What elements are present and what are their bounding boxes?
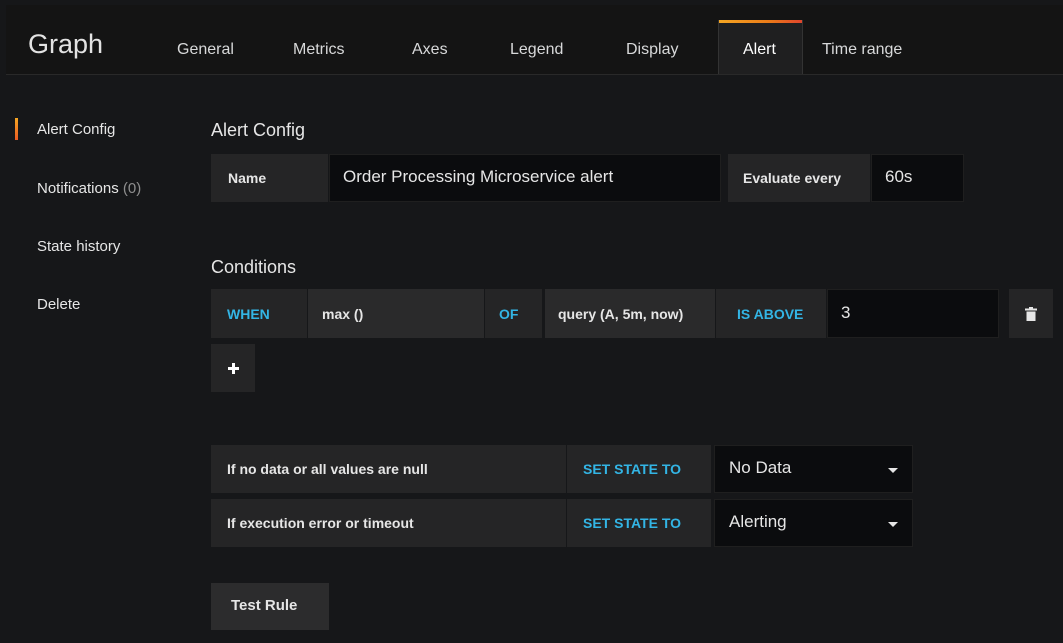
- evaluator-value: IS ABOVE: [737, 306, 804, 322]
- sidebar-item-notifications-label: Notifications: [37, 180, 119, 197]
- sidebar-item-state-history[interactable]: State history: [37, 238, 120, 256]
- chevron-down-icon: [888, 468, 898, 473]
- tab-axes[interactable]: Axes: [412, 40, 448, 60]
- name-label: Name: [228, 170, 267, 186]
- threshold-value: 3: [841, 303, 851, 322]
- add-condition-button[interactable]: [211, 344, 255, 392]
- name-input[interactable]: Order Processing Microservice alert: [329, 154, 721, 202]
- threshold-input[interactable]: 3: [827, 289, 999, 338]
- no-data-state-select[interactable]: No Data: [714, 445, 913, 493]
- tab-general[interactable]: General: [177, 40, 234, 60]
- plus-icon: [228, 363, 239, 374]
- name-label-box: Name: [211, 154, 328, 202]
- evaluate-every-label-box: Evaluate every: [728, 154, 870, 202]
- no-data-condition-label-box: If no data or all values are null: [211, 445, 566, 493]
- exec-error-condition-label: If execution error or timeout: [227, 515, 414, 531]
- no-data-condition-label: If no data or all values are null: [227, 461, 428, 477]
- name-value: Order Processing Microservice alert: [343, 167, 614, 186]
- evaluate-every-input[interactable]: 60s: [871, 154, 964, 202]
- panel-title: Graph: [28, 29, 104, 59]
- sidebar-item-delete[interactable]: Delete: [37, 296, 80, 314]
- trash-icon: [1025, 307, 1037, 321]
- exec-error-condition-label-box: If execution error or timeout: [211, 499, 566, 547]
- of-label: OF: [499, 306, 519, 322]
- evaluate-every-label: Evaluate every: [743, 170, 842, 186]
- sidebar-item-alert-config[interactable]: Alert Config: [37, 121, 115, 139]
- when-label-box: WHEN: [211, 289, 307, 338]
- test-rule-label: Test Rule: [231, 597, 298, 614]
- conditions-title: Conditions: [211, 257, 297, 277]
- tab-display[interactable]: Display: [626, 40, 678, 60]
- panel-editor: Graph General Metrics Axes Legend Displa…: [0, 0, 1063, 643]
- reducer-select[interactable]: max (): [308, 289, 484, 338]
- active-tab-indicator: [719, 20, 802, 23]
- tab-legend[interactable]: Legend: [510, 40, 563, 60]
- sidebar-active-marker: [15, 118, 18, 140]
- query-select[interactable]: query (A, 5m, now): [545, 289, 715, 338]
- of-label-box: OF: [485, 289, 542, 338]
- evaluator-select[interactable]: IS ABOVE: [716, 289, 826, 338]
- alert-config-title: Alert Config: [211, 120, 306, 140]
- exec-error-state-select[interactable]: Alerting: [714, 499, 913, 547]
- tab-metrics[interactable]: Metrics: [293, 40, 345, 60]
- tab-alert[interactable]: Alert: [718, 20, 803, 74]
- no-data-action-box: SET STATE TO: [567, 445, 711, 493]
- chevron-down-icon: [888, 522, 898, 527]
- tab-alert-label: Alert: [743, 41, 776, 58]
- tab-time-range[interactable]: Time range: [822, 40, 902, 60]
- exec-error-action-box: SET STATE TO: [567, 499, 711, 547]
- sidebar-item-notifications[interactable]: Notifications (0): [37, 180, 141, 198]
- evaluate-every-value: 60s: [885, 167, 913, 186]
- exec-error-action-label: SET STATE TO: [583, 515, 682, 531]
- reducer-value: max (): [322, 306, 364, 322]
- no-data-state-value: No Data: [729, 458, 792, 477]
- when-label: WHEN: [227, 306, 270, 322]
- test-rule-button[interactable]: Test Rule: [211, 583, 329, 630]
- delete-condition-button[interactable]: [1009, 289, 1053, 338]
- query-value: query (A, 5m, now): [558, 306, 684, 322]
- no-data-action-label: SET STATE TO: [583, 461, 682, 477]
- exec-error-state-value: Alerting: [729, 512, 787, 531]
- notifications-count: (0): [122, 180, 142, 197]
